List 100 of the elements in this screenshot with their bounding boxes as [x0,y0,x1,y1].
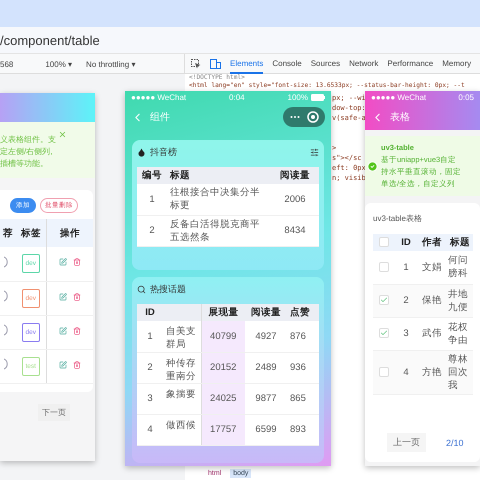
table-cell: 武伟 [417,317,447,350]
table-cell: 1 [137,184,167,215]
column-header: 标题 [447,234,473,251]
table-cell: 尊林回次我 [447,350,473,394]
card-title: uv3-table表格 [373,213,423,224]
table-cell: 893 [287,414,319,445]
table-cell: 3 [137,383,163,414]
devtools-tab[interactable]: Sources [310,54,340,74]
table-cell: 保艳 [417,284,447,317]
table-cell: 936 [287,352,319,383]
delete-icon[interactable] [72,360,81,368]
table-cell: 1 [137,321,163,352]
column-header: 阅读量 [271,167,319,184]
column-header [163,304,201,321]
table-cell: 井地九便 [447,284,473,317]
table-cell: 2 [395,284,417,317]
search-icon [137,285,146,294]
edit-icon[interactable] [58,258,67,266]
notice-text: 义表格组件。支 [0,134,56,146]
checkbox[interactable] [379,262,389,272]
check-circle-icon [367,160,378,172]
table-cell: 6599 [245,414,287,445]
time-text: 0:04 [229,93,245,102]
table-cell: 反备白活得脱克商平五选然条 [167,215,271,246]
table-cell: 往根接合中决集分半标更 [167,184,271,215]
table-cell: 自美支群局 [163,321,201,352]
next-page-button[interactable]: 下一页 [38,404,70,420]
table-cell: 何问膀科 [447,251,473,284]
column-header: ID [137,304,163,321]
width-value[interactable]: 568 [0,60,14,68]
column-header: 编号 [137,167,167,184]
checkbox[interactable] [379,328,389,338]
column-header: ID [395,234,417,251]
column-header: 展现量 [201,304,245,321]
table-cell: 4927 [245,321,287,352]
devtools-tab[interactable]: Network [349,54,378,74]
card-title: 热搜话题 [150,283,186,296]
table-cell: 20152 [201,352,245,383]
table-cell: 2006 [271,184,319,215]
devtools-tab[interactable]: Elements [230,54,264,74]
column-header: 点赞 [287,304,319,321]
column-header: 标题 [167,167,271,184]
table-cell: 文娟 [417,251,447,284]
previous-page-button[interactable]: 上一页 [387,433,426,452]
edit-icon[interactable] [58,360,67,368]
table-cell: 方艳 [417,350,447,394]
checkbox[interactable] [379,366,389,377]
drop-icon [137,148,146,157]
page-indicator: 2/10 [446,438,464,448]
table-cell: 种传存重南分 [163,352,201,383]
devtools-tab[interactable]: Console [272,54,302,74]
column-header: 荐 [0,219,16,247]
column-header: 作者 [417,234,447,251]
table-cell: 17757 [201,414,245,445]
filter-icon[interactable] [310,148,319,157]
delete-icon[interactable] [72,326,81,334]
delete-icon[interactable] [72,292,81,300]
edit-icon[interactable] [58,326,67,334]
carrier-text: ●●●●● WeChat [131,93,186,102]
table-cell: 4 [395,350,417,394]
page-title: 组件 [150,111,170,124]
target-icon[interactable] [307,111,319,123]
table-cell: 876 [287,321,319,352]
address-text[interactable]: /component/table [0,32,100,48]
table-cell: 2 [137,352,163,383]
table-cell: 象揣要 [163,383,201,414]
table-cell: 做西候 [163,414,201,445]
table-cell: 1 [395,251,417,284]
checkbox[interactable] [379,295,389,306]
close-icon[interactable] [58,130,67,139]
page-title: 表格 [390,110,410,124]
time-text: 0:05 [458,93,474,102]
column-header: 阅读量 [245,304,287,321]
column-header: 标签 [16,219,46,247]
table-cell: 2 [137,215,167,246]
table-cell: 花权争由 [447,317,473,350]
carrier-text: ●●●●● WeChat [371,93,426,102]
table-cell: 4 [137,414,163,445]
devtools-tab[interactable]: Memory [442,54,472,74]
column-header: 操作 [46,219,93,247]
delete-icon[interactable] [72,258,81,266]
table-cell: 865 [287,383,319,414]
edit-icon[interactable] [58,292,67,300]
inspect-icon[interactable] [191,59,201,69]
zoom-dropdown[interactable]: 100% ▾ [45,60,72,68]
throttling-dropdown[interactable]: No throttling ▾ [86,60,136,68]
devtools-tab[interactable]: Performance [387,54,434,74]
card-title: 抖音榜 [150,146,177,159]
table-cell: 3 [395,317,417,350]
table-cell: 24025 [201,383,245,414]
table-cell: 2489 [245,352,287,383]
checkbox[interactable] [379,237,389,248]
table-cell: 40799 [201,321,245,352]
battery-icon [311,94,325,101]
capsule-button[interactable] [283,107,325,127]
table-cell: 9877 [245,383,287,414]
device-icon[interactable] [210,59,221,69]
battery-text: 100% [288,93,308,102]
table-cell: 8434 [271,215,319,246]
notice-text: 定左侧/右侧列, [0,146,54,158]
